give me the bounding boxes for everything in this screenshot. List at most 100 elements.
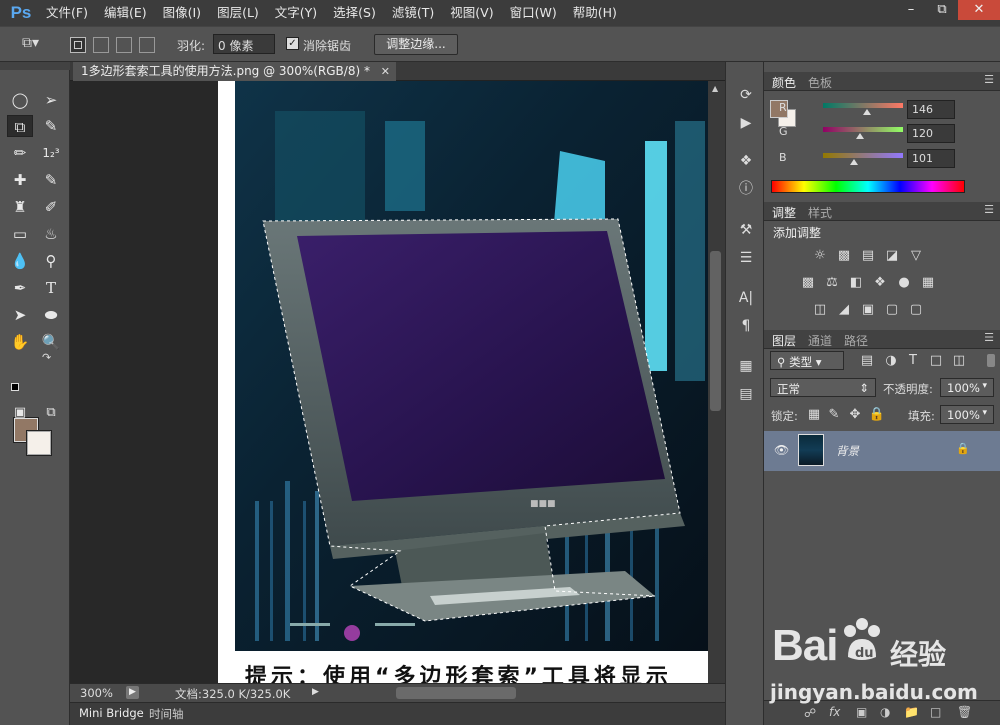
elliptical-marquee-icon[interactable]: ◯ (7, 89, 33, 111)
path-selection-icon[interactable]: ➤ (7, 304, 33, 326)
menu-type[interactable]: 文字(Y) (267, 0, 325, 26)
clone-stamp-icon[interactable]: ♜ (7, 196, 33, 218)
ellipse-shape-icon[interactable]: ⬬ (38, 304, 64, 326)
g-slider[interactable] (823, 127, 903, 132)
blend-mode-dropdown[interactable]: 正常 ⇕ (770, 378, 876, 397)
type-tool-icon[interactable]: T (38, 277, 64, 299)
b-slider[interactable] (823, 153, 903, 158)
vertical-scrollbar[interactable]: ▲ (708, 81, 725, 683)
tab-close-icon[interactable]: ✕ (381, 62, 390, 81)
subtract-selection-button[interactable] (116, 37, 132, 53)
tool-presets-icon[interactable]: ⚒ (735, 220, 757, 240)
lock-position-icon[interactable]: ✥ (846, 407, 864, 423)
layer-row-background[interactable]: 👁 背景 🔒 (764, 431, 1000, 471)
swap-colors-icon[interactable]: ↷ (42, 351, 51, 364)
tab-mini-bridge[interactable]: Mini Bridge (79, 706, 144, 720)
menu-edit[interactable]: 编辑(E) (96, 0, 155, 26)
menu-layer[interactable]: 图层(L) (209, 0, 267, 26)
lock-transparent-icon[interactable]: ▦ (805, 407, 823, 423)
zoom-level[interactable]: 300% (80, 686, 113, 700)
polygonal-lasso-preset-icon[interactable]: ⧉▾ (22, 35, 39, 51)
tab-timeline[interactable]: 时间轴 (149, 706, 184, 722)
add-selection-button[interactable] (93, 37, 109, 53)
tab-layers[interactable]: 图层 (772, 332, 796, 349)
filter-smart-icon[interactable]: ◫ (950, 353, 968, 369)
actions-play-icon[interactable]: ▶ (735, 113, 757, 133)
channel-mixer-icon[interactable]: ● (895, 275, 913, 291)
r-value-input[interactable]: 146 (907, 100, 955, 119)
tab-channels[interactable]: 通道 (808, 332, 832, 349)
eye-visibility-icon[interactable]: 👁 (774, 443, 789, 457)
paragraph-icon[interactable]: ¶ (735, 316, 757, 336)
eraser-icon[interactable]: ▭ (7, 223, 33, 245)
status-menu-arrow-icon[interactable]: ▶ (312, 687, 319, 697)
layer-comps-icon[interactable]: ▦ (735, 356, 757, 376)
filter-adjustment-icon[interactable]: ◑ (882, 353, 900, 369)
menu-filter[interactable]: 滤镜(T) (384, 0, 442, 26)
tab-paths[interactable]: 路径 (844, 332, 868, 349)
canvas-area[interactable]: ■■■ 提示：使用“多边形套索”工具将显示 (70, 81, 708, 683)
curves-icon[interactable]: ▤ (859, 248, 877, 264)
tab-swatches[interactable]: 色板 (808, 74, 832, 91)
menu-image[interactable]: 图像(I) (155, 0, 209, 26)
intersect-selection-button[interactable] (139, 37, 155, 53)
status-info-icon[interactable]: ▶ (126, 686, 139, 699)
quick-selection-icon[interactable]: ✎ (38, 115, 64, 137)
quick-mask-icon[interactable]: ▣ (7, 402, 33, 424)
hue-saturation-icon[interactable]: ▩ (799, 275, 817, 291)
vertical-scroll-thumb[interactable] (710, 251, 721, 411)
fill-input[interactable]: 100% ▾ (940, 405, 994, 424)
invert-icon[interactable]: ◫ (811, 302, 829, 318)
zoom-icon[interactable]: 🔍 (38, 331, 64, 353)
g-value-input[interactable]: 120 (907, 124, 955, 143)
menu-select[interactable]: 选择(S) (325, 0, 384, 26)
b-value-input[interactable]: 101 (907, 149, 955, 168)
layers-panel-menu-icon[interactable]: ☰ (984, 331, 994, 344)
menu-help[interactable]: 帮助(H) (565, 0, 625, 26)
dodge-icon[interactable]: ⚲ (38, 250, 64, 272)
blur-icon[interactable]: 💧 (7, 250, 33, 272)
feather-input[interactable]: 0 像素 (213, 34, 275, 54)
polygonal-lasso-icon[interactable]: ⧉ (7, 115, 33, 137)
color-spectrum-bar[interactable] (771, 180, 965, 193)
photo-filter-icon[interactable]: ❖ (871, 275, 889, 291)
layer-filter-dropdown[interactable]: ⚲ 类型 ▾ (770, 351, 844, 370)
new-selection-button[interactable] (70, 37, 86, 53)
notes-icon[interactable]: ▤ (735, 384, 757, 404)
history-icon[interactable]: ⟳ (735, 85, 757, 105)
close-button[interactable]: ✕ (958, 0, 1000, 20)
info-icon[interactable]: ⓘ (735, 179, 757, 199)
paint-bucket-icon[interactable]: ♨ (38, 223, 64, 245)
spot-healing-icon[interactable]: ✚ (7, 169, 33, 191)
move-tool-icon[interactable]: ➢ (38, 89, 64, 111)
minimize-button[interactable]: – (896, 0, 926, 20)
menu-window[interactable]: 窗口(W) (502, 0, 565, 26)
horizontal-scroll-thumb[interactable] (396, 687, 516, 699)
refine-edge-button[interactable]: 调整边缘... (374, 34, 458, 55)
eyedropper-icon[interactable]: ✏ (7, 142, 33, 164)
color-panel-menu-icon[interactable]: ☰ (984, 73, 994, 86)
r-slider[interactable] (823, 103, 903, 108)
background-color-swatch[interactable] (26, 430, 52, 456)
canvas-image[interactable]: ■■■ (235, 81, 708, 651)
exposure-icon[interactable]: ◪ (883, 248, 901, 264)
default-colors-icon[interactable] (11, 383, 19, 391)
hand-icon[interactable]: ✋ (7, 331, 33, 353)
opacity-input[interactable]: 100% ▾ (940, 378, 994, 397)
levels-icon[interactable]: ▩ (835, 248, 853, 264)
g-slider-knob[interactable] (856, 133, 864, 139)
layer-name[interactable]: 背景 (836, 443, 859, 459)
lock-image-icon[interactable]: ✎ (825, 407, 843, 423)
3d-icon[interactable]: ❖ (735, 151, 757, 171)
brush-icon[interactable]: ✎ (38, 169, 64, 191)
menu-view[interactable]: 视图(V) (442, 0, 501, 26)
color-lookup-icon[interactable]: ▦ (919, 275, 937, 291)
threshold-icon[interactable]: ▣ (859, 302, 877, 318)
b-slider-knob[interactable] (850, 159, 858, 165)
r-slider-knob[interactable] (863, 109, 871, 115)
brush-presets-icon[interactable]: ☰ (735, 248, 757, 268)
antialias-checkbox[interactable]: ✓ (286, 37, 299, 50)
menu-file[interactable]: 文件(F) (38, 0, 96, 26)
posterize-icon[interactable]: ◢ (835, 302, 853, 318)
color-balance-icon[interactable]: ⚖ (823, 275, 841, 291)
